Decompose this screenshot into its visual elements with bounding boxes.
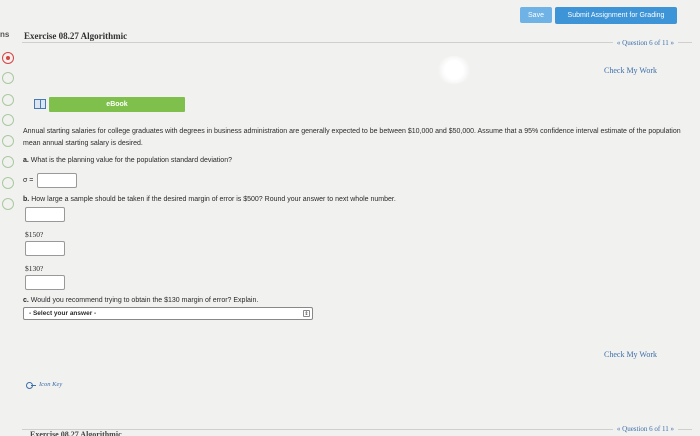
rail-question-dot[interactable] [2, 135, 14, 147]
sigma-label: σ = [23, 177, 34, 184]
question-b-prefix: b. [23, 196, 30, 203]
question-a-text: What is the planning value for the popul… [30, 157, 232, 164]
sample-size-150-input[interactable] [25, 241, 65, 256]
screen-glare [436, 56, 472, 84]
exercise-title: Exercise 08.27 Algorithmic [24, 31, 128, 41]
problem-statement: Annual starting salaries for college gra… [23, 128, 681, 147]
key-icon [26, 381, 36, 389]
check-my-work-link[interactable]: Check My Work [604, 66, 657, 75]
question-c-prefix: c. [23, 297, 29, 304]
footer-divider [22, 429, 692, 430]
margin-150-label: $150? [25, 230, 44, 239]
check-my-work-link-bottom[interactable]: Check My Work [604, 350, 657, 359]
ebook-icon[interactable] [34, 99, 46, 109]
question-b: b. How large a sample should be taken if… [23, 196, 396, 203]
submit-assignment-button[interactable]: Submit Assignment for Grading [555, 7, 677, 24]
chevron-updown-icon: ⇕ [303, 310, 310, 317]
sample-size-500-input[interactable] [25, 207, 65, 222]
rail-edge-label: ns [0, 30, 10, 39]
rail-question-dot[interactable] [2, 72, 14, 84]
rail-question-dot[interactable] [2, 156, 14, 168]
question-c: c. Would you recommend trying to obtain … [23, 297, 258, 304]
rail-question-dot[interactable] [2, 114, 14, 126]
ebook-button[interactable]: eBook [49, 97, 185, 112]
top-bar: Save Submit Assignment for Grading [0, 0, 700, 28]
question-b-text: How large a sample should be taken if th… [31, 196, 396, 203]
sigma-row: σ = [23, 173, 78, 188]
sample-size-130-input[interactable] [25, 275, 65, 290]
icon-key-label: Icon Key [39, 381, 63, 388]
question-c-text: Would you recommend trying to obtain the… [30, 297, 259, 304]
header-divider [22, 42, 692, 43]
question-a: a. What is the planning value for the po… [23, 157, 232, 164]
icon-key-link[interactable]: Icon Key [26, 381, 63, 389]
select-placeholder: - Select your answer - [29, 310, 97, 317]
question-a-prefix: a. [23, 157, 29, 164]
margin-130-label: $130? [25, 264, 44, 273]
question-navigator-bottom[interactable]: « Question 6 of 11 » [612, 425, 678, 433]
rail-question-dot[interactable] [2, 94, 14, 106]
exercise-title-bottom: Exercise 08.27 Algorithmic [30, 430, 122, 436]
question-navigator[interactable]: « Question 6 of 11 » [612, 39, 678, 47]
sigma-input[interactable] [37, 173, 78, 188]
recommendation-select[interactable]: - Select your answer - ⇕ [23, 307, 313, 320]
save-button[interactable]: Save [520, 7, 552, 23]
rail-question-dot[interactable] [2, 198, 14, 210]
rail-question-dot-active[interactable] [2, 52, 14, 64]
rail-question-dot[interactable] [2, 177, 14, 189]
